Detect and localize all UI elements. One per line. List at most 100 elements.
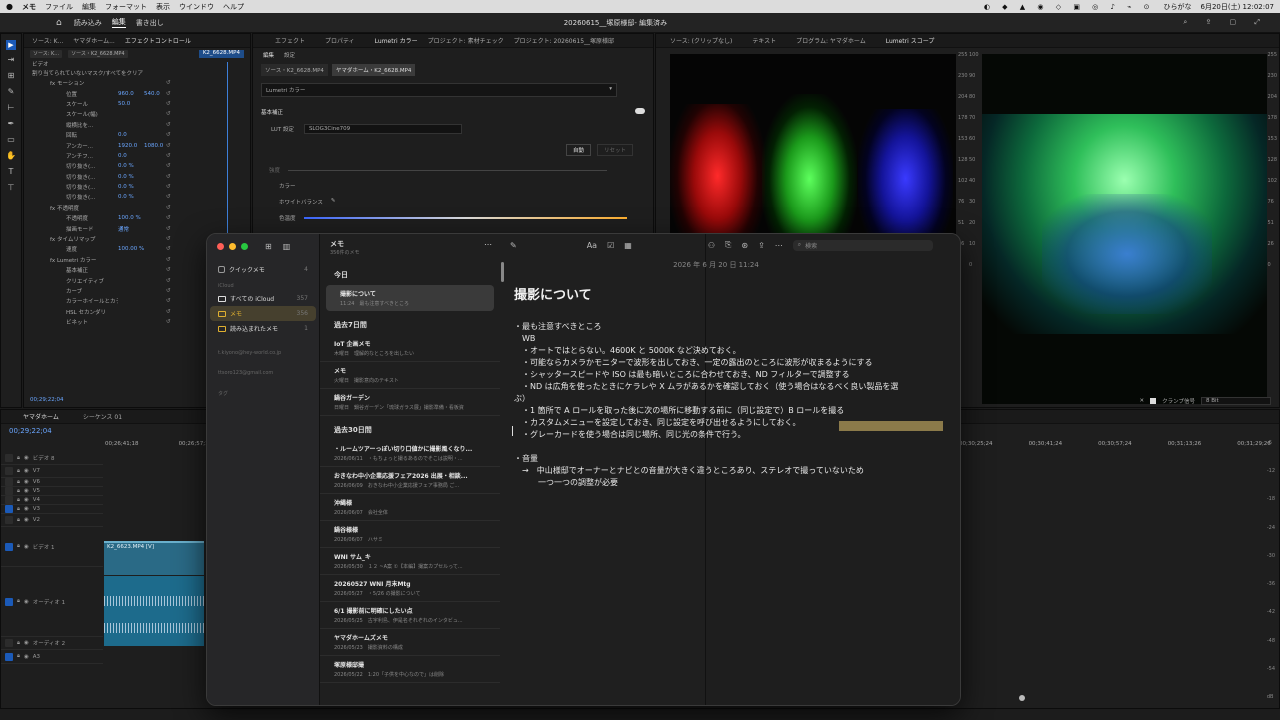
timeline-scroll-handle[interactable] [1019, 695, 1025, 701]
reset-icon[interactable]: ↺ [166, 122, 171, 128]
sidebar-item-imported[interactable]: 読み込まれたメモ 1 [210, 321, 316, 336]
lock-icon[interactable]: 🔒︎ [17, 488, 20, 495]
tab-text[interactable]: テキスト [752, 36, 776, 45]
ec-row[interactable]: 縦横比を... ↺ [24, 120, 250, 130]
video-clip[interactable]: K2_6623.MP4 [V] [104, 541, 204, 575]
track-target-button[interactable] [5, 542, 13, 551]
eye-icon[interactable]: ◉ [24, 497, 29, 503]
eye-icon[interactable]: ◉ [24, 506, 29, 512]
ec-row[interactable]: 不透明度 100.0 % ↺ [24, 213, 250, 223]
minimize-button[interactable] [229, 243, 236, 250]
ec-row-value[interactable]: 0.0 [118, 153, 144, 159]
list-item[interactable]: おきなわ中小企業応援フェア2026 出展・相談... 2026/06/09 おきな… [320, 467, 500, 494]
list-item[interactable]: 鍋谷ガーデン 日曜日 鍋谷ガーデン「琉球ガラス展」撮影準備・看板資 [320, 389, 500, 416]
lock-icon[interactable]: 🔒︎ [17, 479, 20, 486]
ec-row[interactable]: スケール(幅) ↺ [24, 109, 250, 119]
sidebar-item-all-icloud[interactable]: すべての iCloud 357 [210, 291, 316, 306]
attachment-icon[interactable]: ⎘ [725, 240, 731, 250]
reset-icon[interactable]: ↺ [166, 174, 171, 180]
reset-icon[interactable]: ↺ [166, 236, 171, 242]
list-item[interactable]: 塚原様邸撮 2026/05/22 1:20「子供を中心なので」は削除 [320, 656, 500, 683]
tab-source-none[interactable]: ソース: (クリップなし) [670, 36, 732, 45]
list-item[interactable]: 6/1 撮影前に明確にしたい点 2026/05/25 古宇利島、伊是名それぞれのイ… [320, 602, 500, 629]
sidebar-item-notes[interactable]: メモ 356 [210, 306, 316, 321]
track-header[interactable]: 🔒︎ ◉ V7 [1, 465, 103, 478]
lock-icon[interactable]: 🔒︎ [17, 640, 20, 647]
reset-icon[interactable]: ↺ [166, 246, 171, 252]
lock-icon[interactable]: 🔒︎ [17, 455, 20, 462]
track-header[interactable]: 🔒︎ ◉ V3 [1, 505, 103, 514]
reset-icon[interactable]: ↺ [166, 267, 171, 273]
intensity-slider[interactable] [288, 169, 607, 171]
reset-icon[interactable]: ↺ [166, 163, 171, 169]
selection-tool-icon[interactable]: ▶ [6, 40, 16, 50]
track-header[interactable]: 🔒︎ ◉ V2 [1, 514, 103, 527]
clamp-checkbox[interactable] [1150, 398, 1157, 404]
checklist-icon[interactable]: ☑ [607, 241, 614, 250]
lumetri-clip-source[interactable]: ソース・K2_6628.MP4 [261, 64, 328, 76]
tab-project-main[interactable]: プロジェクト: 20260615__塚原様邸 [514, 36, 614, 45]
eye-icon[interactable]: ◉ [24, 517, 29, 523]
track-target-button[interactable] [5, 478, 13, 486]
tab-sequence-01[interactable]: シーケンス 01 [83, 412, 122, 421]
track-target-button[interactable] [5, 652, 13, 661]
lock-icon[interactable]: 🔒︎ [17, 543, 20, 550]
menu-format[interactable]: フォーマット [105, 2, 147, 12]
ec-row[interactable]: 切り抜き(... 0.0 % ↺ [24, 182, 250, 192]
tab-import[interactable]: 読み込み [74, 18, 102, 28]
tab-project-check[interactable]: プロジェクト: 素材チェック [428, 36, 504, 45]
ec-row-value[interactable]: 0.0 [118, 132, 144, 138]
menu-app[interactable]: メモ [22, 2, 36, 12]
ec-row[interactable]: fx 不透明度 ↺ [24, 203, 250, 213]
reset-icon[interactable]: ↺ [166, 194, 171, 200]
lock-icon[interactable]: 🔒︎ [17, 506, 20, 513]
menu-edit[interactable]: 編集 [82, 2, 96, 12]
track-header[interactable]: 🔒︎ ◉ A3 [1, 650, 103, 664]
track-target-button[interactable] [5, 516, 13, 524]
color-section-label[interactable]: カラー [253, 176, 653, 196]
lumetri-clip-program[interactable]: ヤマダホーム・K2_6628.MP4 [331, 64, 416, 76]
reset-icon[interactable]: ↺ [166, 101, 171, 107]
reset-button[interactable]: リセット [596, 144, 633, 156]
list-item[interactable]: 鍋谷様様 2026/06/07 ハサミ [320, 521, 500, 548]
ec-row[interactable]: 切り抜き(... 0.0 % ↺ [24, 192, 250, 202]
ec-row-value[interactable]: 960.0 [118, 91, 144, 97]
share-link-icon[interactable]: ⚇ [708, 241, 715, 250]
list-item[interactable]: ・ルームツアーっぽい切り口値かに撮影風くなり... 2026/06/11 ・もちょ… [320, 440, 500, 467]
reset-icon[interactable]: ↺ [166, 309, 171, 315]
lock-icon[interactable]: ⊛ [741, 241, 748, 250]
eye-icon[interactable]: ◉ [24, 544, 29, 550]
ec-mask-label[interactable]: 割り当てられていないマスク/すべてをクリア [24, 68, 250, 78]
reset-icon[interactable]: ↺ [166, 132, 171, 138]
tab-source-k[interactable]: ソース: K... [32, 36, 63, 45]
ec-header-clip[interactable]: ソース・K2_6628.MP4 [68, 50, 128, 58]
auto-button[interactable]: 自動 [565, 144, 591, 156]
tab-export[interactable]: 書き出し [136, 18, 164, 28]
lock-icon[interactable]: 🔒︎ [17, 653, 20, 660]
sidebar-item-quick-notes[interactable]: クイックメモ 4 [210, 262, 316, 277]
table-icon[interactable]: ▦ [624, 241, 632, 250]
track-header[interactable]: 🔒︎ ◉ V4 [1, 496, 103, 505]
clock[interactable]: 6月20日(土) 12:02:07 [1201, 2, 1275, 12]
ec-row[interactable]: アンカー... 1920.0 1080.0 ↺ [24, 140, 250, 150]
eyedropper-icon[interactable]: ✎ [331, 198, 336, 206]
tab-yamada[interactable]: ヤマダホーム... [73, 36, 115, 45]
reset-icon[interactable]: ↺ [166, 257, 171, 263]
track-header[interactable]: 🔒︎ ◉ V5 [1, 487, 103, 496]
new-folder-icon[interactable]: ⊞ [265, 242, 272, 251]
track-target-button[interactable] [5, 454, 13, 462]
list-item[interactable]: 20260527 WNI 月末Mtg 2026/05/27 ・5/26 の撮影につ… [320, 575, 500, 602]
ec-row-value[interactable]: 50.0 [118, 101, 144, 107]
menu-view[interactable]: 表示 [156, 2, 170, 12]
track-header[interactable]: 🔒︎ ◉ ビデオ 8 [1, 452, 103, 465]
ec-row-value[interactable]: 0.0 % [118, 163, 144, 169]
more-icon[interactable]: ⋯ [484, 240, 492, 249]
tags-section[interactable]: タグ [207, 384, 319, 399]
eye-icon[interactable]: ◉ [24, 488, 29, 494]
note-body[interactable]: ・最も注意すべきところ WB ・オートではとらない。4600K と 5000K … [502, 321, 960, 489]
source-k-button[interactable]: ソース: K... [30, 50, 63, 58]
track-target-button[interactable] [5, 496, 13, 504]
reset-icon[interactable]: ↺ [166, 319, 171, 325]
tab-lumetri-color[interactable]: Lumetri カラー [375, 36, 418, 45]
menu-help[interactable]: ヘルプ [223, 2, 244, 12]
